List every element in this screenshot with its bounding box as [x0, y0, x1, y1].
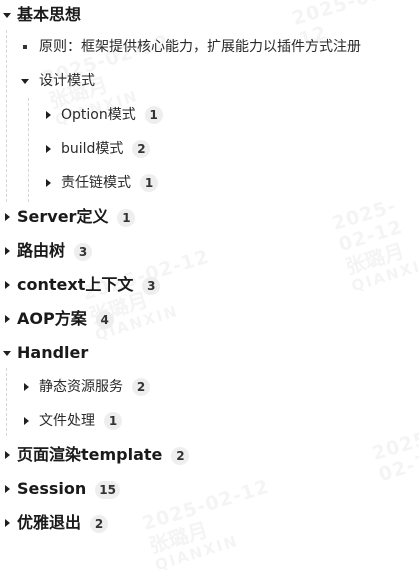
count-badge: 2 — [90, 514, 109, 533]
tree-node-file-handling[interactable]: 文件处理 1 — [0, 406, 419, 436]
tree-node-build-pattern[interactable]: build模式 2 — [0, 134, 419, 164]
tree-node-handler[interactable]: Handler — [0, 338, 419, 368]
caret-right-icon[interactable] — [0, 440, 14, 470]
tree-node-chain-of-responsibility[interactable]: 责任链模式 1 — [0, 168, 419, 198]
node-label: 优雅退出 — [17, 513, 82, 532]
count-badge: 4 — [95, 310, 114, 329]
node-label: context上下文 — [17, 275, 134, 294]
node-label: 原则：框架提供核心能力，扩展能力以插件方式注册 — [39, 39, 361, 55]
tree-node-routing-tree[interactable]: 路由树 3 — [0, 236, 419, 266]
count-badge: 3 — [74, 242, 93, 261]
caret-down-icon[interactable] — [18, 66, 32, 96]
node-label: 责任链模式 — [61, 175, 131, 191]
tree-node-context[interactable]: context上下文 3 — [0, 270, 419, 300]
caret-right-icon[interactable] — [0, 202, 14, 232]
node-label: Option模式 — [61, 107, 136, 123]
tree-node-graceful-shutdown[interactable]: 优雅退出 2 — [0, 508, 419, 538]
node-label: AOP方案 — [17, 309, 87, 328]
count-badge: 15 — [95, 480, 120, 499]
count-badge: 1 — [144, 106, 163, 124]
caret-right-icon[interactable] — [0, 236, 14, 266]
count-badge: 1 — [140, 174, 158, 192]
tree-node-server-definition[interactable]: Server定义 1 — [0, 202, 419, 232]
caret-right-icon[interactable] — [0, 474, 14, 504]
caret-right-icon[interactable] — [0, 508, 14, 538]
tree-node-basic-ideas[interactable]: 基本思想 — [0, 0, 419, 30]
bullet-icon — [18, 32, 32, 62]
node-label: 路由树 — [17, 241, 66, 260]
caret-right-icon[interactable] — [41, 168, 55, 198]
caret-right-icon[interactable] — [19, 406, 33, 436]
tree-node-aop[interactable]: AOP方案 4 — [0, 304, 419, 334]
tree-node-design-patterns[interactable]: 设计模式 — [0, 66, 419, 96]
tree-node-option-pattern[interactable]: Option模式 1 — [0, 100, 419, 130]
count-badge: 1 — [117, 208, 136, 227]
node-label: 页面渲染template — [17, 445, 163, 464]
count-badge: 2 — [132, 140, 151, 158]
caret-right-icon[interactable] — [0, 304, 14, 334]
node-label: build模式 — [61, 141, 124, 157]
tree-node-page-rendering[interactable]: 页面渲染template 2 — [0, 440, 419, 470]
tree-node-session[interactable]: Session 15 — [0, 474, 419, 504]
node-label: Server定义 — [17, 207, 109, 226]
node-label: 静态资源服务 — [39, 379, 123, 395]
count-badge: 2 — [132, 378, 150, 396]
caret-right-icon[interactable] — [41, 100, 55, 130]
caret-right-icon[interactable] — [41, 134, 55, 164]
caret-down-icon[interactable] — [0, 338, 14, 368]
node-label: 设计模式 — [39, 73, 95, 89]
tree-node-static-resources[interactable]: 静态资源服务 2 — [0, 372, 419, 402]
count-badge: 2 — [171, 446, 190, 465]
caret-right-icon[interactable] — [0, 270, 14, 300]
caret-down-icon[interactable] — [0, 0, 14, 30]
node-label: 基本思想 — [17, 5, 82, 24]
count-badge: 1 — [104, 412, 122, 430]
node-label: Session — [17, 479, 87, 498]
count-badge: 3 — [142, 276, 161, 295]
node-label: 文件处理 — [39, 413, 95, 429]
node-label: Handler — [17, 343, 89, 362]
outline-tree: 2025-02-12 2025-02-12 张璐月 QIANXIN 2025-0… — [0, 0, 419, 574]
caret-right-icon[interactable] — [19, 372, 33, 402]
tree-node-principle[interactable]: 原则：框架提供核心能力，扩展能力以插件方式注册 — [0, 32, 419, 62]
